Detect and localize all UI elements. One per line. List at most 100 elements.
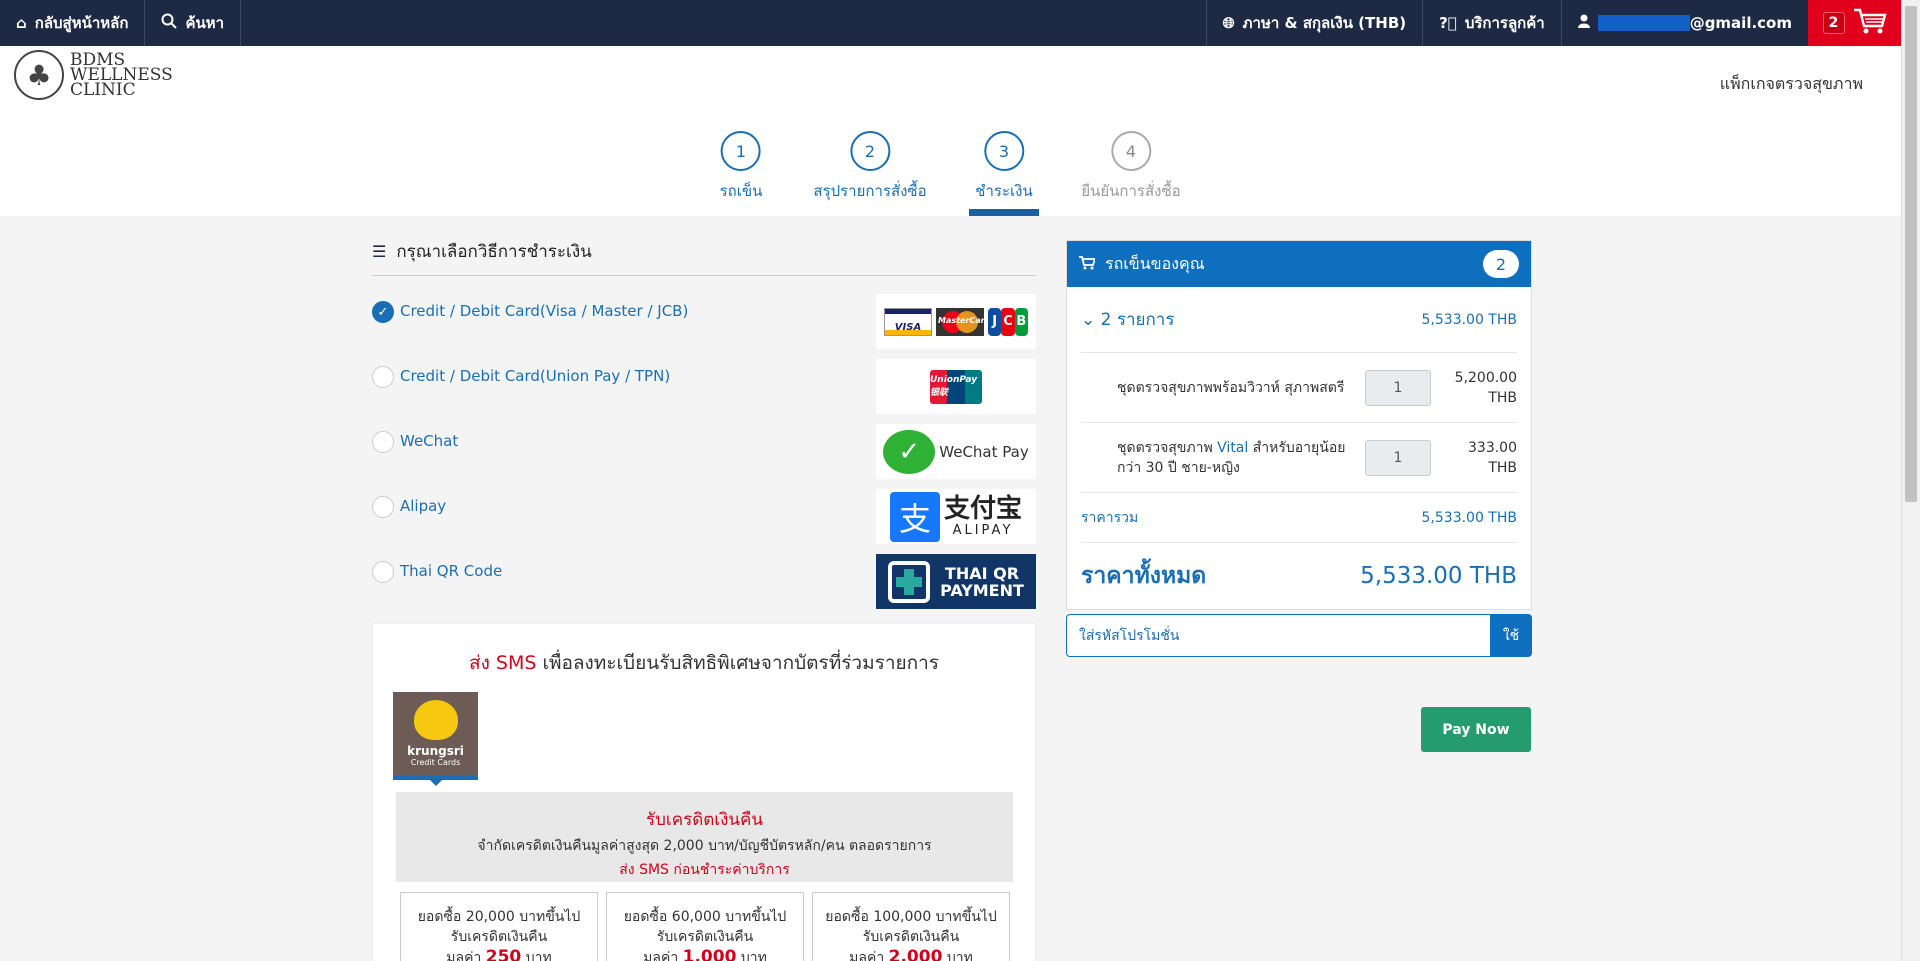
krungsri-name: krungsri — [407, 744, 464, 758]
cart-icon — [1853, 7, 1887, 39]
cashback-banner: รับเครดิตเงินคืน จำกัดเครดิตเงินคืนมูลค่… — [396, 792, 1013, 882]
cashback-tiers: ยอดซื้อ 20,000 บาทขึ้นไป รับเครดิตเงินคื… — [400, 892, 1010, 961]
promo-code-input[interactable] — [1066, 614, 1490, 657]
alipay-icon: 支 — [889, 491, 940, 542]
thai-qr-logo: THAI QR PAYMENT — [876, 554, 1036, 609]
language-currency-button[interactable]: 🌐︎ ภาษา & สกุลเงิน (THB) — [1205, 0, 1422, 46]
step-number: 2 — [849, 131, 890, 171]
chevron-down-icon: ⌄ — [1081, 310, 1101, 330]
cart-items-label: ⌄ 2 รายการ — [1081, 310, 1175, 330]
payment-option-card[interactable]: ✓ Credit / Debit Card(Visa / Master / JC… — [372, 290, 1036, 355]
payment-option-label: Alipay — [400, 497, 447, 515]
krungsri-sub: Credit Cards — [410, 758, 461, 767]
cashback-note: ส่ง SMS ก่อนชำระค่าบริการ — [619, 862, 790, 878]
email-redacted — [1597, 15, 1690, 31]
home-link[interactable]: ⌂ กลับสู่หน้าหลัก — [0, 0, 146, 46]
apply-promo-button[interactable]: ใช้ — [1490, 614, 1532, 657]
krungsri-logo: krungsri Credit Cards — [393, 692, 478, 786]
product-price: 5,200.00 THB — [1454, 369, 1517, 406]
cashback-limit: จำกัดเครดิตเงินคืนมูลค่าสูงสุด 2,000 บาท… — [477, 838, 932, 854]
radio-unchecked-icon[interactable] — [372, 366, 394, 388]
step-label: ชำระเงิน — [975, 182, 1033, 200]
wechat-icon: ✓ — [883, 429, 936, 474]
search-label: ค้นหา — [185, 14, 225, 32]
radio-unchecked-icon[interactable] — [372, 561, 394, 583]
step-number: 4 — [1110, 131, 1151, 171]
list-icon: ☰ — [372, 242, 387, 261]
subtotal-value: 5,533.00 THB — [1421, 509, 1517, 526]
subtotal-label: ราคารวม — [1081, 509, 1139, 526]
pay-now-button[interactable]: Pay Now — [1421, 707, 1531, 752]
customer-service-button[interactable]: ?⃝ บริการลูกค้า — [1422, 0, 1561, 46]
radio-unchecked-icon[interactable] — [372, 496, 394, 518]
cashback-tier: ยอดซื้อ 60,000 บาทขึ้นไป รับเครดิตเงินคื… — [606, 892, 804, 961]
mastercard-logo: MasterCard — [936, 307, 984, 336]
cart-total-row: ราคาทั้งหมด 5,533.00 THB — [1081, 543, 1517, 609]
payment-section-title: ☰ กรุณาเลือกวิธีการชำระเงิน — [372, 238, 1036, 276]
thai-qr-icon — [888, 560, 931, 603]
total-label: ราคาทั้งหมด — [1081, 563, 1207, 589]
user-icon — [1577, 14, 1590, 32]
tree-icon: ♣ — [14, 50, 64, 100]
step-confirm: 4 ยืนยันการสั่งซื้อ — [1081, 131, 1181, 203]
page-header: ♣ BDMS WELLNESS CLINIC แพ็กเกจตรวจสุขภาพ… — [0, 46, 1901, 216]
unionpay-logo: UnionPay 银联 — [876, 359, 1036, 414]
step-order-summary[interactable]: 2 สรุปรายการสั่งซื้อ — [813, 131, 927, 203]
language-label: ภาษา & สกุลเงิน (THB) — [1242, 14, 1407, 32]
payment-option-alipay[interactable]: Alipay 支 支付宝 ALIPAY — [372, 485, 1036, 550]
question-icon: ?⃝ — [1439, 14, 1457, 32]
cart-title: รถเข็นของคุณ — [1105, 253, 1205, 273]
product-quantity: 1 — [1365, 439, 1431, 476]
step-cart[interactable]: 1 รถเข็น — [720, 131, 762, 203]
cart-summary-count: 2 — [1483, 250, 1519, 278]
thai-qr-text-2: PAYMENT — [940, 580, 1024, 600]
promo-title: ส่ง SMS เพื่อลงทะเบียนรับสิทธิพิเศษจากบั… — [468, 652, 940, 674]
logo-line-3: CLINIC — [70, 79, 136, 100]
cart-header-icon — [1079, 255, 1097, 274]
card-logos: VISA MasterCard J C B — [876, 294, 1036, 349]
cart-product-row: ชุดตรวจสุขภาพ Vital สำหรับอายุน้อยกว่า 3… — [1081, 423, 1517, 493]
radio-unchecked-icon[interactable] — [372, 431, 394, 453]
payment-option-wechat[interactable]: WeChat ✓ WeChat Pay — [372, 420, 1036, 485]
cart-count-badge: 2 — [1822, 12, 1845, 34]
home-label: กลับสู่หน้าหลัก — [34, 14, 129, 32]
payment-option-label: Thai QR Code — [400, 562, 503, 580]
step-payment[interactable]: 3 ชำระเงิน — [975, 131, 1033, 203]
page-scrollbar[interactable] — [1901, 0, 1920, 961]
cart-items-toggle[interactable]: ⌄ 2 รายการ 5,533.00 THB — [1081, 287, 1517, 353]
payment-option-label: Credit / Debit Card(Visa / Master / JCB) — [400, 302, 689, 320]
sms-promotion-box: ส่ง SMS เพื่อลงทะเบียนรับสิทธิพิเศษจากบั… — [372, 623, 1036, 961]
product-quantity: 1 — [1365, 369, 1431, 406]
payment-option-label: WeChat — [400, 432, 459, 450]
alipay-logo: 支 支付宝 ALIPAY — [876, 489, 1036, 544]
cashback-title: รับเครดิตเงินคืน — [645, 810, 764, 830]
wechat-pay-logo: ✓ WeChat Pay — [876, 424, 1036, 479]
globe-icon: 🌐︎ — [1222, 14, 1235, 32]
wechat-logo-text: WeChat Pay — [939, 442, 1029, 461]
search-icon — [161, 13, 178, 33]
payment-section: ☰ กรุณาเลือกวิธีการชำระเงิน ✓ Credit / D… — [372, 216, 1036, 961]
home-icon: ⌂ — [16, 14, 27, 32]
alipay-en-text: ALIPAY — [952, 523, 1014, 538]
payment-option-unionpay[interactable]: Credit / Debit Card(Union Pay / TPN) Uni… — [372, 355, 1036, 420]
search-link[interactable]: ค้นหา — [145, 0, 242, 46]
health-packages-link[interactable]: แพ็กเกจตรวจสุขภาพ — [1720, 72, 1863, 97]
radio-checked-icon[interactable]: ✓ — [372, 301, 394, 323]
product-name: ชุดตรวจสุขภาพ Vital สำหรับอายุน้อยกว่า 3… — [1117, 439, 1346, 476]
payment-title-text: กรุณาเลือกวิธีการชำระเงิน — [396, 242, 592, 262]
scrollbar-thumb[interactable] — [1905, 6, 1917, 502]
payment-option-label: Credit / Debit Card(Union Pay / TPN) — [400, 367, 671, 385]
step-label: สรุปรายการสั่งซื้อ — [813, 182, 927, 200]
cart-button[interactable]: 2 — [1808, 0, 1901, 46]
step-number: 1 — [721, 131, 761, 171]
cart-items-total: 5,533.00 THB — [1421, 311, 1517, 328]
account-email: @gmail.com — [1689, 14, 1792, 32]
step-label: ยืนยันการสั่งซื้อ — [1081, 182, 1181, 200]
account-menu[interactable]: @gmail.com — [1560, 0, 1808, 46]
payment-option-thaiqr[interactable]: Thai QR Code THAI QR PAYMENT — [372, 550, 1036, 615]
promo-code-form: ใช้ — [1066, 614, 1532, 657]
jcb-logo: J C B — [988, 307, 1028, 336]
cart-summary: รถเข็นของคุณ 2 ⌄ 2 รายการ 5,533.00 THB ช… — [1066, 240, 1532, 610]
brand-logo[interactable]: ♣ BDMS WELLNESS CLINIC — [14, 50, 173, 100]
top-navbar: ⌂ กลับสู่หน้าหลัก ค้นหา 🌐︎ ภาษา & สกุลเง… — [0, 0, 1901, 46]
